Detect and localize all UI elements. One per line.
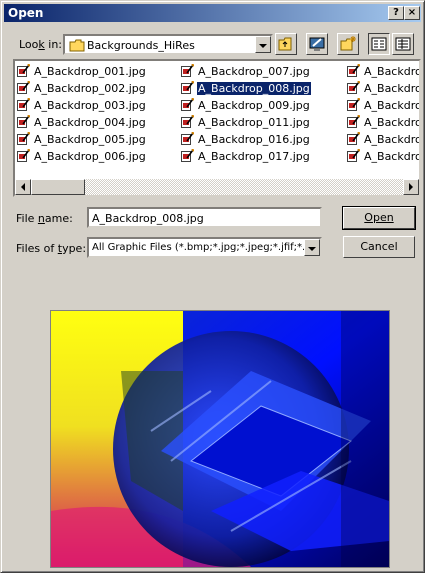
jpeg-file-icon — [181, 132, 194, 145]
file-item-name: A_Backdrop_001.jpg — [34, 65, 146, 78]
file-item-name: A_Backdrop_007.jpg — [198, 65, 310, 78]
files-of-type-value: All Graphic Files (*.bmp;*.jpg;*.jpeg;*.… — [92, 242, 304, 253]
help-button[interactable]: ? — [388, 6, 404, 20]
scroll-thumb[interactable] — [31, 179, 85, 195]
file-item[interactable]: A_Backdrop_001.jpg — [17, 64, 147, 81]
look-in-dropdown-button[interactable] — [255, 36, 271, 53]
close-button[interactable]: × — [404, 6, 420, 20]
open-button-label: Open — [364, 211, 394, 224]
dialog-title: Open — [8, 6, 44, 20]
file-item[interactable]: A_Backdrop_006.jpg — [17, 149, 147, 166]
file-item[interactable]: A_Backdrop_016.jpg — [181, 132, 311, 149]
file-item-name: A_Backdrop_002.jpg — [34, 82, 146, 95]
file-item-name: A_Backdrop_006.jpg — [34, 150, 146, 163]
up-one-level-button[interactable] — [275, 33, 297, 55]
file-item-name: A_Backdrop — [364, 65, 419, 78]
file-item[interactable]: A_Backdrop — [347, 132, 419, 149]
jpeg-file-icon — [347, 115, 360, 128]
folder-icon — [69, 39, 85, 52]
file-item[interactable]: A_Backdrop — [347, 64, 419, 81]
file-item[interactable]: A_Backdrop_008.jpg — [181, 81, 312, 98]
file-name-value: A_Backdrop_008.jpg — [92, 212, 204, 225]
new-folder-button[interactable] — [337, 33, 359, 55]
jpeg-file-icon — [347, 98, 360, 111]
file-item[interactable]: A_Backdrop — [347, 149, 419, 166]
jpeg-file-icon — [17, 81, 30, 94]
title-bar[interactable]: Open ? × — [4, 4, 421, 22]
jpeg-file-icon — [181, 81, 194, 94]
jpeg-file-icon — [347, 81, 360, 94]
jpeg-file-icon — [17, 98, 30, 111]
file-item[interactable]: A_Backdrop — [347, 81, 419, 98]
jpeg-file-icon — [181, 115, 194, 128]
list-view-icon — [371, 37, 387, 51]
file-column-1: A_Backdrop_001.jpg A_Backdrop_002.jpg A_Ba… — [17, 64, 147, 166]
cancel-button[interactable]: Cancel — [343, 236, 415, 258]
file-item[interactable]: A_Backdrop_017.jpg — [181, 149, 311, 166]
arrow-right-icon — [409, 183, 413, 191]
arrow-left-icon — [21, 183, 25, 191]
file-item-name: A_Backdrop_003.jpg — [34, 99, 146, 112]
up-one-level-icon — [278, 37, 292, 51]
details-view-icon — [395, 37, 411, 51]
jpeg-file-icon — [181, 149, 194, 162]
file-name-label: File name: — [16, 212, 73, 225]
file-column-2: A_Backdrop_007.jpg A_Backdrop_008.jpg A_Ba… — [181, 64, 312, 166]
jpeg-file-icon — [347, 149, 360, 162]
jpeg-file-icon — [17, 64, 30, 77]
image-preview — [50, 310, 390, 568]
jpeg-file-icon — [347, 64, 360, 77]
file-item-name: A_Backdrop_008.jpg — [196, 81, 312, 96]
file-item[interactable]: A_Backdrop_011.jpg — [181, 115, 311, 132]
open-button[interactable]: Open — [342, 206, 416, 230]
file-item[interactable]: A_Backdrop — [347, 98, 419, 115]
file-item-name: A_Backdrop — [364, 116, 419, 129]
file-item-name: A_Backdrop_004.jpg — [34, 116, 146, 129]
file-item[interactable]: A_Backdrop_009.jpg — [181, 98, 311, 115]
jpeg-file-icon — [17, 115, 30, 128]
list-view-button[interactable] — [368, 33, 390, 55]
desktop-button[interactable] — [306, 33, 328, 55]
jpeg-file-icon — [17, 149, 30, 162]
file-item-name: A_Backdrop — [364, 82, 419, 95]
jpeg-file-icon — [181, 98, 194, 111]
file-item-name: A_Backdrop — [364, 133, 419, 146]
file-item[interactable]: A_Backdrop_005.jpg — [17, 132, 147, 149]
file-item[interactable]: A_Backdrop_007.jpg — [181, 64, 311, 81]
file-item[interactable]: A_Backdrop_002.jpg — [17, 81, 147, 98]
jpeg-file-icon — [347, 132, 360, 145]
scroll-right-button[interactable] — [403, 179, 419, 195]
file-item-name: A_Backdrop_011.jpg — [198, 116, 310, 129]
file-name-input[interactable]: A_Backdrop_008.jpg — [87, 207, 322, 228]
files-of-type-dropdown-button[interactable] — [304, 239, 320, 256]
new-folder-icon — [340, 36, 356, 51]
jpeg-file-icon — [181, 64, 194, 77]
file-list[interactable]: A_Backdrop_001.jpg A_Backdrop_002.jpg A_Ba… — [13, 59, 421, 197]
files-of-type-combo[interactable]: All Graphic Files (*.bmp;*.jpg;*.jpeg;*.… — [87, 237, 322, 258]
file-item-name: A_Backdrop_009.jpg — [198, 99, 310, 112]
look-in-combo[interactable]: Backgrounds_HiRes — [63, 34, 273, 55]
jpeg-file-icon — [17, 132, 30, 145]
file-item[interactable]: A_Backdrop_004.jpg — [17, 115, 147, 132]
look-in-value: Backgrounds_HiRes — [87, 39, 195, 52]
file-item[interactable]: A_Backdrop_003.jpg — [17, 98, 147, 115]
file-item-name: A_Backdrop — [364, 99, 419, 112]
preview-image — [51, 311, 389, 567]
file-column-3: A_Backdrop A_Backdrop A_Backdrop A_Backdrop… — [347, 64, 419, 166]
horizontal-scrollbar[interactable] — [15, 179, 419, 195]
file-item-name: A_Backdrop_016.jpg — [198, 133, 310, 146]
files-of-type-label: Files of type: — [16, 242, 87, 255]
file-item[interactable]: A_Backdrop — [347, 115, 419, 132]
desktop-icon — [309, 37, 325, 51]
open-dialog: Open ? × Look in: Backgrounds_HiRes A_Ba… — [0, 0, 425, 573]
file-item-name: A_Backdrop_005.jpg — [34, 133, 146, 146]
details-view-button[interactable] — [392, 33, 414, 55]
file-item-name: A_Backdrop — [364, 150, 419, 163]
file-item-name: A_Backdrop_017.jpg — [198, 150, 310, 163]
scroll-left-button[interactable] — [15, 179, 31, 195]
look-in-label: Look in: — [19, 38, 63, 51]
